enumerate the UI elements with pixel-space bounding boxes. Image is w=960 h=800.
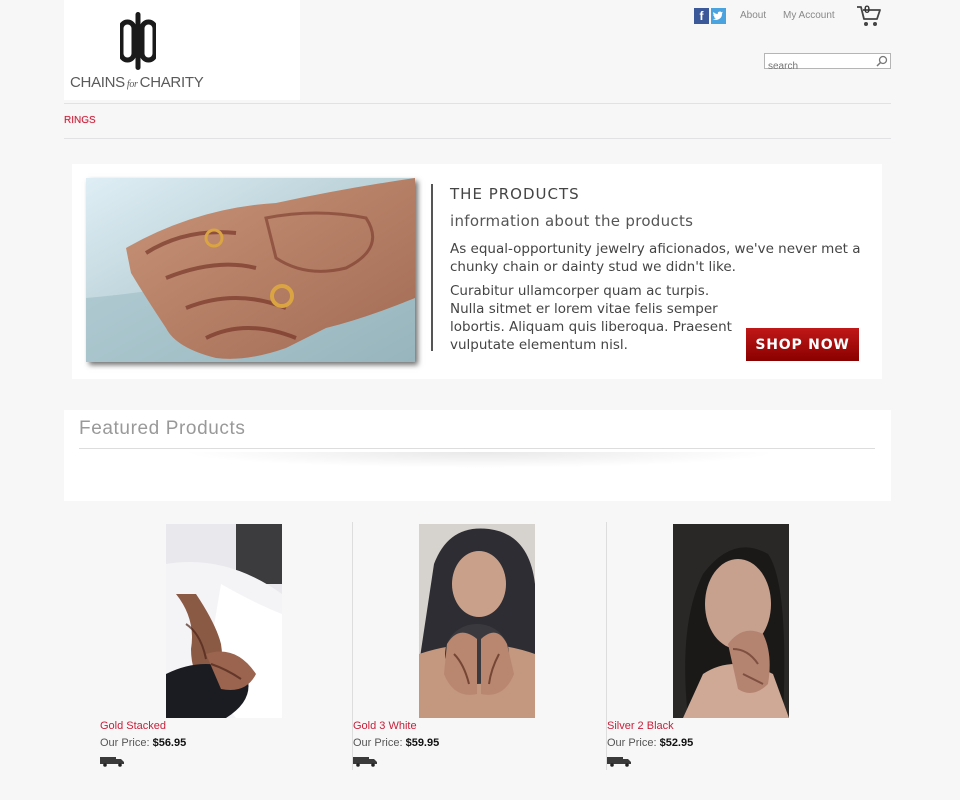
price-label: Our Price: [100, 737, 150, 749]
product-name-link[interactable]: Gold Stacked [100, 720, 166, 732]
logo-text-charity: CHARITY [139, 74, 204, 91]
hero-paragraph-1: As equal-opportunity jewelry aficionados… [450, 241, 861, 275]
product-image-gold-stacked[interactable] [166, 524, 282, 718]
price-value: $59.95 [405, 737, 440, 749]
nav-divider [64, 138, 891, 139]
hero-divider-line [431, 184, 433, 351]
product-image-gold-3-white[interactable] [419, 524, 535, 718]
product-column-divider [352, 522, 353, 770]
price-value: $52.95 [659, 737, 694, 749]
my-account-link[interactable]: My Account [783, 10, 835, 21]
search-input[interactable] [765, 60, 872, 73]
product-price: Our Price: $59.95 [353, 737, 439, 749]
logo-wordmark: CHAINS for CHARITY [70, 74, 204, 91]
price-label: Our Price: [607, 737, 657, 749]
cart-count: 0 [864, 4, 871, 16]
hero-image [86, 178, 415, 362]
featured-shadow [180, 452, 780, 468]
hero-subtitle: information about the products [450, 212, 694, 230]
facebook-icon[interactable]: f [694, 8, 709, 24]
shipping-truck-icon [100, 757, 124, 767]
logo-text-chains: CHAINS [70, 74, 125, 91]
product-column-divider [606, 522, 607, 770]
product-name-link[interactable]: Silver 2 Black [607, 720, 674, 732]
about-link[interactable]: About [740, 10, 766, 21]
search-box[interactable] [764, 53, 891, 73]
product-price: Our Price: $52.95 [607, 737, 693, 749]
hero-title: THE PRODUCTS [450, 185, 580, 203]
product-price: Our Price: $56.95 [100, 737, 186, 749]
price-value: $56.95 [152, 737, 187, 749]
shipping-truck-icon [353, 757, 377, 767]
twitter-icon[interactable] [711, 8, 726, 24]
logo-text-for: for [126, 79, 138, 90]
search-icon[interactable] [876, 55, 888, 67]
header-divider [64, 103, 891, 104]
shop-now-button[interactable]: SHOP NOW [746, 328, 859, 361]
price-label: Our Price: [353, 737, 403, 749]
product-image-silver-2-black[interactable] [673, 524, 789, 718]
shipping-truck-icon [607, 757, 631, 767]
hero-paragraph-2: Curabitur ullamcorper quam ac turpis. Nu… [450, 283, 732, 353]
featured-divider [79, 448, 875, 449]
featured-products-heading: Featured Products [79, 418, 246, 439]
chain-logo-icon [120, 12, 156, 70]
nav-item-rings[interactable]: RINGS [64, 115, 96, 126]
product-name-link[interactable]: Gold 3 White [353, 720, 417, 732]
